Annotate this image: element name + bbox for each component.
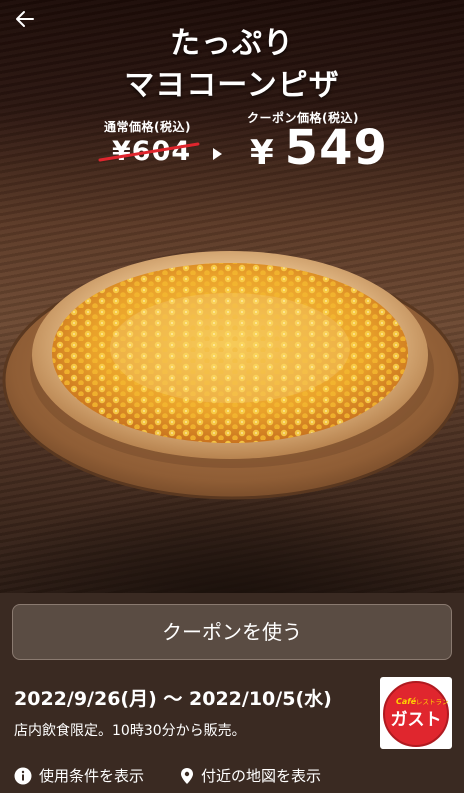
hero-image: たっぷり マヨコーンピザ 通常価格(税込) ¥604 クーポン価格(税込) ¥5… bbox=[0, 0, 464, 593]
terms-link-label: 使用条件を表示 bbox=[39, 767, 145, 785]
coupon-amount: 549 bbox=[284, 120, 388, 176]
title-line-2: マヨコーンピザ bbox=[124, 68, 340, 103]
logo-name: ガスト bbox=[391, 710, 442, 730]
validity-date-range: 2022/9/26(月) 〜 2022/10/5(水) bbox=[14, 688, 332, 710]
brand-logo: Café レストラン ガスト bbox=[380, 677, 452, 749]
regular-price-label: 通常価格(税込) bbox=[104, 120, 191, 134]
coupon-currency: ¥ bbox=[250, 133, 275, 173]
title-line-1: たっぷり bbox=[170, 26, 294, 61]
logo-small: レストラン bbox=[416, 698, 449, 706]
regular-price: ¥604 bbox=[112, 136, 192, 167]
map-link-label: 付近の地図を表示 bbox=[201, 767, 322, 785]
map-link[interactable]: 付近の地図を表示 bbox=[180, 765, 321, 786]
arrow-right-icon bbox=[213, 148, 222, 160]
coupon-price: ¥549 bbox=[250, 124, 388, 172]
use-coupon-button[interactable]: クーポンを使う bbox=[12, 604, 452, 660]
usage-note: 店内飲食限定。10時30分から販売。 bbox=[14, 723, 246, 739]
logo-prefix: Café bbox=[396, 696, 417, 706]
info-icon bbox=[14, 767, 32, 784]
gusto-logo-icon: Café レストラン ガスト bbox=[383, 681, 449, 747]
location-pin-icon bbox=[181, 767, 193, 784]
pizza-image bbox=[2, 251, 462, 500]
terms-link[interactable]: 使用条件を表示 bbox=[14, 765, 144, 786]
